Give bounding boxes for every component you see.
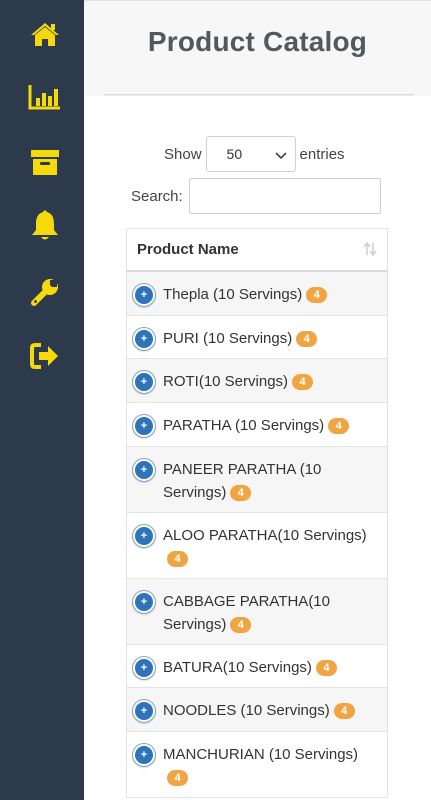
- plus-icon: +: [140, 419, 148, 432]
- plus-icon: +: [140, 375, 148, 388]
- count-badge: 4: [167, 770, 188, 786]
- page-length-select[interactable]: 50: [205, 136, 296, 172]
- page-header: Product Catalog: [84, 4, 431, 94]
- home-icon: [30, 21, 60, 47]
- count-badge: 4: [328, 418, 350, 434]
- plus-icon: +: [140, 463, 148, 476]
- sidebar: [0, 0, 84, 800]
- plus-icon: +: [140, 661, 148, 674]
- product-name: Thepla (10 Servings): [163, 286, 303, 303]
- product-name-cell: BATURA(10 Servings) 4: [163, 656, 378, 679]
- product-name-cell: PURI (10 Servings) 4: [163, 327, 378, 350]
- product-name-cell: MANCHURIAN (10 Servings) 4: [163, 743, 378, 789]
- page-title: Product Catalog: [147, 26, 368, 57]
- expand-row-icon[interactable]: +: [133, 744, 155, 766]
- table-row[interactable]: + BATURA(10 Servings) 4: [127, 645, 387, 688]
- product-name-cell: CABBAGE PARATHA(10 Servings) 4: [163, 590, 378, 636]
- product-table: Product Name + Thepla (10 Servings) 4 + PURI…: [126, 228, 388, 798]
- count-badge: 4: [167, 551, 188, 567]
- expand-row-icon[interactable]: +: [133, 459, 155, 481]
- plus-icon: +: [140, 748, 148, 761]
- count-badge: 4: [230, 617, 252, 633]
- count-badge: 4: [306, 287, 328, 303]
- count-badge: 4: [315, 660, 337, 676]
- product-name-cell: Thepla (10 Servings) 4: [163, 283, 378, 306]
- product-name-cell: ROTI(10 Servings) 4: [163, 370, 378, 393]
- product-name-cell: ALOO PARATHA(10 Servings) 4: [163, 524, 378, 570]
- product-name: ALOO PARATHA(10 Servings): [163, 527, 367, 544]
- main-area: Product Catalog Show 50 entries Search: …: [84, 0, 431, 800]
- table-row[interactable]: + NOODLES (10 Servings) 4: [127, 688, 387, 732]
- table-row[interactable]: + ROTI(10 Servings) 4: [127, 359, 387, 403]
- content-panel: Show 50 entries Search: Product Name + T…: [84, 96, 431, 800]
- bell-icon: [30, 210, 60, 242]
- chevron-down-icon: [274, 148, 287, 164]
- expand-row-icon[interactable]: +: [133, 328, 155, 350]
- table-body: + Thepla (10 Servings) 4 + PURI (10 Servings…: [127, 272, 387, 798]
- entries-label: entries: [299, 145, 345, 163]
- product-name: PURI (10 Servings): [163, 330, 293, 347]
- nav-notifications[interactable]: [28, 209, 62, 243]
- column-header-product-name: Product Name: [137, 241, 239, 258]
- archive-icon: [30, 148, 60, 176]
- page-length-value: 50: [226, 146, 243, 162]
- expand-row-icon[interactable]: +: [133, 657, 155, 679]
- table-row[interactable]: + CABBAGE PARATHA(10 Servings) 4: [127, 579, 387, 645]
- plus-icon: +: [140, 529, 148, 542]
- page-length-control: Show 50 entries: [164, 136, 345, 172]
- product-name: NOODLES (10 Servings): [163, 702, 330, 719]
- plus-icon: +: [140, 595, 148, 608]
- expand-row-icon[interactable]: +: [133, 591, 155, 613]
- expand-row-icon[interactable]: +: [133, 525, 155, 547]
- count-badge: 4: [292, 374, 314, 390]
- plus-icon: +: [140, 704, 148, 717]
- product-name: ROTI(10 Servings): [163, 373, 289, 390]
- table-row[interactable]: + PANEER PARATHA (10 Servings) 4: [127, 447, 387, 513]
- nav-settings[interactable]: [28, 275, 62, 309]
- table-row[interactable]: + Thepla (10 Servings) 4: [127, 272, 387, 316]
- expand-row-icon[interactable]: +: [133, 700, 155, 722]
- sort-icon[interactable]: [363, 241, 377, 261]
- wrench-icon: [30, 277, 60, 307]
- plus-icon: +: [140, 288, 148, 301]
- product-name-cell: NOODLES (10 Servings) 4: [163, 699, 378, 722]
- nav-reports[interactable]: [28, 80, 62, 114]
- table-row[interactable]: + PURI (10 Servings) 4: [127, 316, 387, 359]
- table-row[interactable]: + PARATHA (10 Servings) 4: [127, 403, 387, 447]
- nav-archive[interactable]: [28, 145, 62, 179]
- expand-row-icon[interactable]: +: [133, 371, 155, 393]
- product-name: MANCHURIAN (10 Servings): [163, 746, 359, 763]
- count-badge: 4: [230, 485, 252, 501]
- table-header[interactable]: Product Name: [127, 229, 387, 272]
- nav-home[interactable]: [28, 17, 62, 51]
- plus-icon: +: [140, 332, 148, 345]
- product-name: PARATHA (10 Servings): [163, 417, 325, 434]
- search-label: Search:: [131, 187, 183, 205]
- product-name: BATURA(10 Servings): [163, 659, 312, 676]
- count-badge: 4: [333, 703, 355, 719]
- count-badge: 4: [296, 331, 318, 347]
- sign-out-icon: [30, 342, 60, 370]
- bar-chart-icon: [28, 83, 62, 111]
- table-row[interactable]: + ALOO PARATHA(10 Servings) 4: [127, 513, 387, 579]
- expand-row-icon[interactable]: +: [133, 415, 155, 437]
- product-name-cell: PANEER PARATHA (10 Servings) 4: [163, 458, 378, 504]
- search-input[interactable]: [188, 178, 381, 214]
- nav-logout[interactable]: [28, 339, 62, 373]
- show-label: Show: [164, 145, 202, 163]
- table-row[interactable]: + MANCHURIAN (10 Servings) 4: [127, 732, 387, 798]
- product-name-cell: PARATHA (10 Servings) 4: [163, 414, 378, 437]
- expand-row-icon[interactable]: +: [133, 284, 155, 306]
- search-control: Search:: [131, 178, 381, 214]
